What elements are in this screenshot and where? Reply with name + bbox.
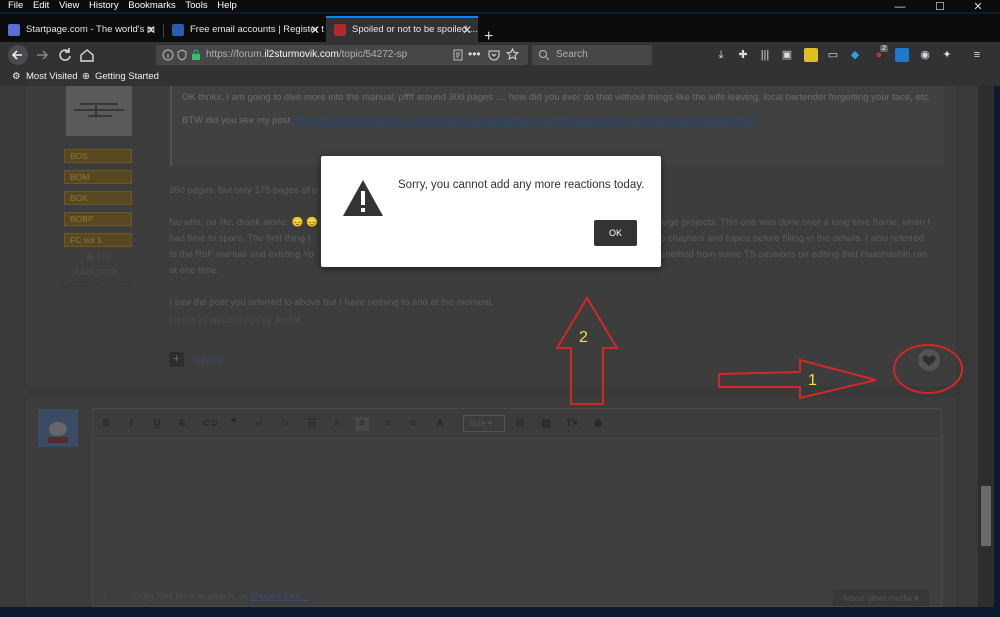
extensions-puzzle-icon[interactable]: ✚ [736,48,750,62]
url-path: /topic/54272-sp [338,49,408,60]
search-placeholder: Search [556,49,588,60]
annotation-label-1: 1 [808,372,817,389]
profile-switch-icon[interactable]: ✦ [940,48,954,62]
menu-tools[interactable]: Tools [185,0,207,11]
account-icon[interactable]: ◉ [918,48,932,62]
page-actions-icon[interactable]: ••• [468,47,481,61]
annotation-label-2: 2 [579,329,588,346]
back-arrow-icon [11,50,22,60]
menu-help[interactable]: Help [217,0,237,11]
bookmark-most-visited[interactable]: Most Visited [26,68,78,86]
downloads-icon[interactable]: ⤓ [714,48,728,62]
url-text[interactable]: https://forum.il2sturmovik.com/topic/542… [206,45,446,65]
annotation-circle [893,344,963,394]
menu-history[interactable]: History [89,0,119,11]
bookmark-star-icon[interactable] [506,47,519,64]
tab-label: Startpage.com - The world's m [26,24,155,35]
reader-view-icon[interactable] [452,49,464,64]
tracking-shield-icon[interactable] [176,49,188,64]
navigation-bar: https://forum.il2sturmovik.com/topic/542… [0,42,1000,68]
back-button[interactable] [8,45,28,65]
window-close-button[interactable]: ✕ [958,0,998,14]
home-button[interactable] [78,46,96,64]
desktop-bottom [0,607,1000,617]
menu-view[interactable]: View [59,0,79,11]
tab-forum-active[interactable]: Spoiled or not to be spoiled ... ✕ [326,16,478,42]
reload-icon [59,48,71,61]
forward-arrow-icon [37,50,49,60]
forum-favicon-icon [334,24,346,36]
close-tab-icon[interactable]: ✕ [462,18,472,42]
url-prefix: https://forum. [206,49,265,60]
page-content: BOS BOM BOK BOBP FC vol 1 ⊕ 270 2326 pos… [0,86,978,607]
notes-addon-icon[interactable] [804,48,818,62]
minimize-button[interactable]: — [880,0,920,14]
scrollbar-thumb[interactable] [981,486,991,546]
lock-icon[interactable] [190,49,202,64]
pocket-addon-icon[interactable]: ◆ [848,48,862,62]
info-icon[interactable] [162,49,174,64]
pocket-icon[interactable] [488,49,500,64]
menu-bookmarks[interactable]: Bookmarks [128,0,176,11]
url-domain: il2sturmovik.com [264,49,339,60]
hamburger-menu-icon[interactable]: ≡ [970,48,984,62]
bookmarks-bar: ⚙ Most Visited ⊕ Getting Started [0,68,1000,86]
tab-bar: Startpage.com - The world's m ✕ Free ema… [0,14,1000,45]
tab-label: Spoiled or not to be spoiled ... [352,24,478,35]
startpage-favicon-icon [8,24,20,36]
search-icon [538,49,550,69]
home-icon [80,49,94,62]
close-tab-icon[interactable]: ✕ [146,18,156,42]
tab-startpage[interactable]: Startpage.com - The world's m ✕ [0,18,162,42]
reload-button[interactable] [56,46,74,64]
forward-button[interactable] [33,46,51,64]
bookmark-getting-started[interactable]: Getting Started [95,68,159,86]
desktop-edge [994,86,1000,617]
annotation-layer [555,296,963,405]
addon-badge: 2 [880,45,888,52]
maximize-button[interactable]: ☐ [920,0,960,14]
tab-email[interactable]: Free email accounts | Register t ✕ [164,18,326,42]
screenshot-addon-icon[interactable]: ▭ [826,48,840,62]
menu-bar: File Edit View History Bookmarks Tools H… [0,0,1000,12]
close-tab-icon[interactable]: ✕ [310,18,320,42]
sidebar-icon[interactable]: ▣ [780,48,794,62]
library-icon[interactable]: ||| [758,48,772,62]
mail-favicon-icon [172,24,184,36]
menu-file[interactable]: File [8,0,23,11]
annotation-arrow-2 [555,296,619,405]
annotation-arrow-1 [718,358,877,400]
page-scrollbar[interactable] [978,86,994,607]
url-bar[interactable]: https://forum.il2sturmovik.com/topic/542… [156,45,528,65]
search-input[interactable]: Search [532,45,652,65]
download-manager-icon[interactable] [895,48,909,62]
menu-edit[interactable]: Edit [33,0,49,11]
gear-icon: ⚙ [12,71,21,82]
tab-label: Free email accounts | Register t [190,24,324,35]
globe-icon: ⊕ [82,71,90,82]
